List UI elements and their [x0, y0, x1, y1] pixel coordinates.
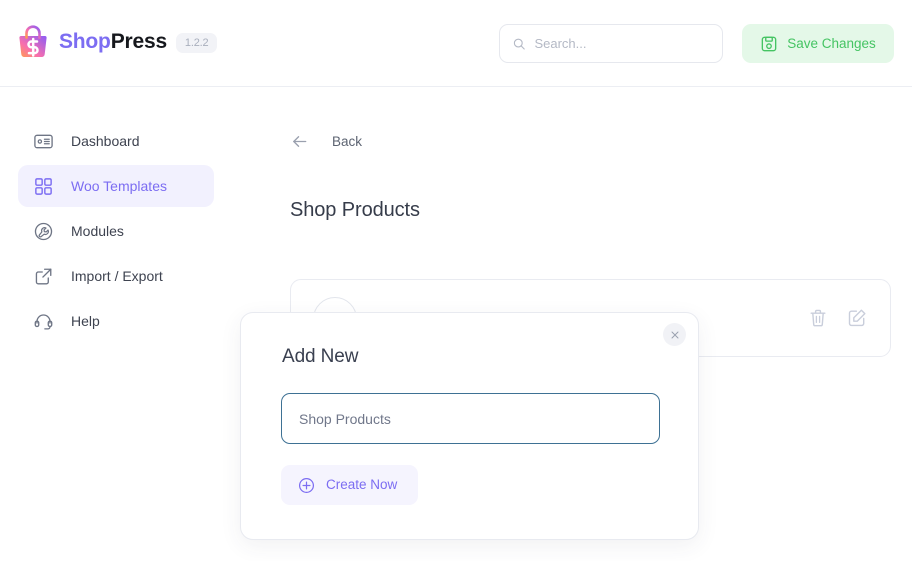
- back-label: Back: [332, 133, 363, 149]
- save-changes-label: Save Changes: [787, 35, 876, 51]
- sidebar-item-label: Modules: [71, 223, 124, 239]
- app-header: ShopPress 1.2.2 Save Changes: [0, 0, 912, 87]
- sidebar-item-label: Help: [71, 313, 100, 329]
- modal-close-button[interactable]: [663, 323, 686, 346]
- shopping-bag-icon: [19, 25, 47, 58]
- brand-name-shop: Shop: [59, 30, 111, 54]
- version-badge: 1.2.2: [175, 32, 218, 53]
- sidebar-item-label: Woo Templates: [71, 178, 167, 194]
- export-box-arrow-icon: [35, 268, 52, 285]
- template-card-actions: [807, 307, 868, 329]
- brand-name: ShopPress 1.2.2: [59, 30, 218, 54]
- trash-icon[interactable]: [807, 307, 829, 329]
- search-icon: [513, 38, 525, 50]
- arrow-left-icon: [293, 136, 307, 147]
- edit-pencil-square-icon[interactable]: [846, 307, 868, 329]
- sidebar-item-woo-templates[interactable]: Woo Templates: [18, 165, 214, 207]
- app-root: ShopPress 1.2.2 Save Changes: [0, 0, 912, 561]
- grid-squares-icon: [35, 177, 52, 195]
- back-link[interactable]: Back: [290, 132, 362, 151]
- page-title: Shop Products: [290, 199, 420, 221]
- create-now-label: Create Now: [326, 477, 398, 493]
- sidebar-item-import-export[interactable]: Import / Export: [18, 255, 214, 297]
- modal-title: Add New: [282, 346, 359, 367]
- template-name-input[interactable]: [281, 393, 660, 444]
- dashboard-card-icon: [34, 134, 53, 148]
- sidebar-item-modules[interactable]: Modules: [18, 210, 214, 252]
- sidebar-item-dashboard[interactable]: Dashboard: [18, 120, 214, 162]
- close-x-icon: [671, 331, 678, 338]
- search-input[interactable]: [534, 36, 709, 51]
- save-disk-icon: [761, 36, 777, 51]
- sidebar-item-help[interactable]: Help: [18, 300, 214, 342]
- save-changes-button[interactable]: Save Changes: [742, 24, 894, 63]
- sidebar: Dashboard Woo Templates Modules Import /…: [0, 87, 232, 561]
- wrench-circle-icon: [34, 222, 53, 240]
- sidebar-item-label: Import / Export: [71, 268, 163, 284]
- search-box[interactable]: [499, 24, 723, 63]
- brand: ShopPress 1.2.2: [16, 25, 218, 59]
- sidebar-item-label: Dashboard: [71, 133, 140, 149]
- create-now-button[interactable]: Create Now: [281, 465, 419, 505]
- plus-circle-icon: [298, 477, 315, 493]
- headset-icon: [34, 313, 53, 329]
- brand-name-press: Press: [110, 30, 167, 54]
